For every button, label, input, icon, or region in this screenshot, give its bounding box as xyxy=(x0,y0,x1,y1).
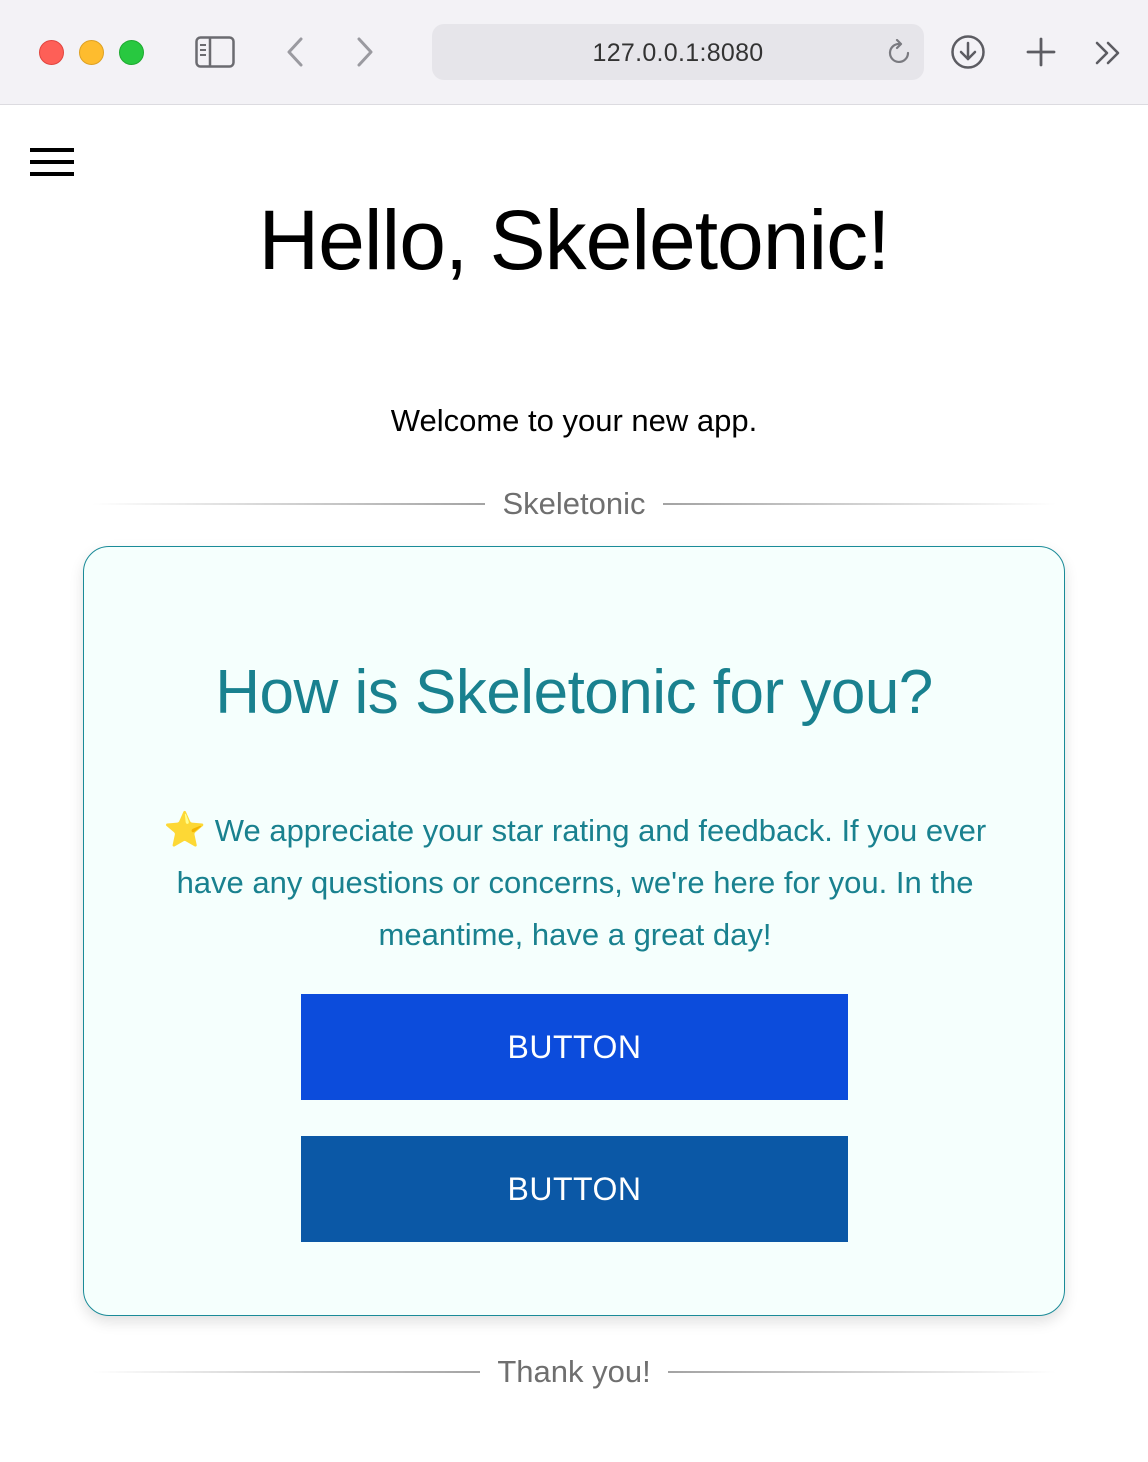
browser-toolbar: 127.0.0.1:8080 xyxy=(0,0,1148,105)
reload-icon[interactable] xyxy=(888,39,912,65)
divider-line xyxy=(92,1371,481,1373)
download-icon[interactable] xyxy=(950,34,986,70)
divider-line xyxy=(662,503,1056,505)
url-text[interactable]: 127.0.0.1:8080 xyxy=(432,39,924,68)
card-title: How is Skeletonic for you? xyxy=(215,658,933,727)
primary-button[interactable]: BUTTON xyxy=(301,994,848,1100)
feedback-card: How is Skeletonic for you? ⭐ We apprecia… xyxy=(83,546,1065,1316)
hamburger-bar xyxy=(30,160,74,164)
more-icon[interactable] xyxy=(1094,40,1124,66)
divider-thank-you: Thank you! xyxy=(92,1352,1056,1392)
back-icon[interactable] xyxy=(284,36,306,68)
welcome-text: Welcome to your new app. xyxy=(390,403,758,438)
sidebar-icon[interactable] xyxy=(195,36,235,68)
divider-line xyxy=(667,1371,1056,1373)
hamburger-bar xyxy=(30,148,74,152)
divider-line xyxy=(92,503,486,505)
divider-label: Thank you! xyxy=(497,1354,651,1389)
star-icon: ⭐ xyxy=(163,811,207,849)
hamburger-bar xyxy=(30,172,74,176)
card-message-text: We appreciate your star rating and feedb… xyxy=(176,813,987,952)
page-title: Hello, Skeletonic! xyxy=(258,193,891,287)
divider-label: Skeletonic xyxy=(502,486,646,521)
minimize-window-button[interactable] xyxy=(79,40,104,65)
divider-skeletonic: Skeletonic xyxy=(92,484,1056,524)
maximize-window-button[interactable] xyxy=(119,40,144,65)
new-tab-icon[interactable] xyxy=(1025,36,1057,68)
close-window-button[interactable] xyxy=(39,40,64,65)
card-message: ⭐ We appreciate your star rating and fee… xyxy=(144,804,1006,961)
secondary-button[interactable]: BUTTON xyxy=(301,1136,848,1242)
forward-icon[interactable] xyxy=(354,36,376,68)
hamburger-icon[interactable] xyxy=(30,146,74,178)
address-bar[interactable]: 127.0.0.1:8080 xyxy=(432,24,924,80)
